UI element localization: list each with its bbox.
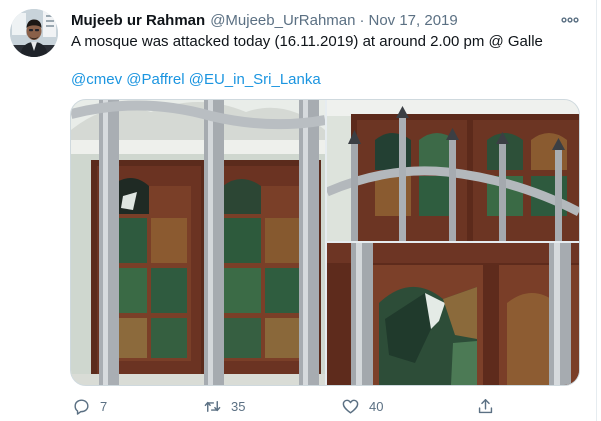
like-button[interactable]: 40 <box>341 394 383 418</box>
reply-count: 7 <box>100 398 108 414</box>
photo-window-top-railing[interactable] <box>327 100 579 241</box>
avatar-image <box>10 9 58 57</box>
mention-link[interactable]: @cmev <box>71 71 122 88</box>
like-count: 40 <box>369 398 384 414</box>
tweet-text: A mosque was attacked today (16.11.2019)… <box>71 32 581 52</box>
retweet-icon <box>204 400 221 412</box>
photo-image <box>327 100 579 241</box>
more-horizontal-icon <box>561 17 579 23</box>
tweet-date[interactable]: Nov 17, 2019 <box>368 12 457 29</box>
reply-button[interactable]: 7 <box>72 394 107 418</box>
tweet-header: Mujeeb ur Rahman @Mujeeb_UrRahman · Nov … <box>71 10 458 30</box>
reply-icon <box>74 398 89 415</box>
tweet-mentions: @cmev @Paffrel @EU_in_Sri_Lanka <box>71 70 321 90</box>
retweet-count: 35 <box>231 398 246 414</box>
avatar[interactable] <box>10 9 58 57</box>
media-grid <box>70 99 580 386</box>
heart-icon <box>342 399 359 414</box>
display-name[interactable]: Mujeeb ur Rahman <box>71 12 205 29</box>
user-handle[interactable]: @Mujeeb_UrRahman <box>210 12 355 29</box>
photo-broken-glass[interactable] <box>327 243 579 385</box>
separator-dot: · <box>359 11 365 29</box>
mention-link[interactable]: @Paffrel <box>126 71 184 88</box>
photo-image <box>327 243 579 385</box>
column-divider <box>596 0 597 421</box>
more-options-button[interactable] <box>560 12 580 28</box>
photo-image <box>71 100 325 385</box>
tweet-actions: 7 35 40 <box>70 394 500 418</box>
share-icon <box>478 398 493 413</box>
photo-window-railing[interactable] <box>71 100 325 385</box>
retweet-button[interactable]: 35 <box>203 394 245 418</box>
share-button[interactable] <box>476 394 495 418</box>
tweet[interactable]: Mujeeb ur Rahman @Mujeeb_UrRahman · Nov … <box>0 0 596 421</box>
tweet-body: A mosque was attacked today (16.11.2019)… <box>71 33 543 50</box>
mention-link[interactable]: @EU_in_Sri_Lanka <box>189 71 321 88</box>
